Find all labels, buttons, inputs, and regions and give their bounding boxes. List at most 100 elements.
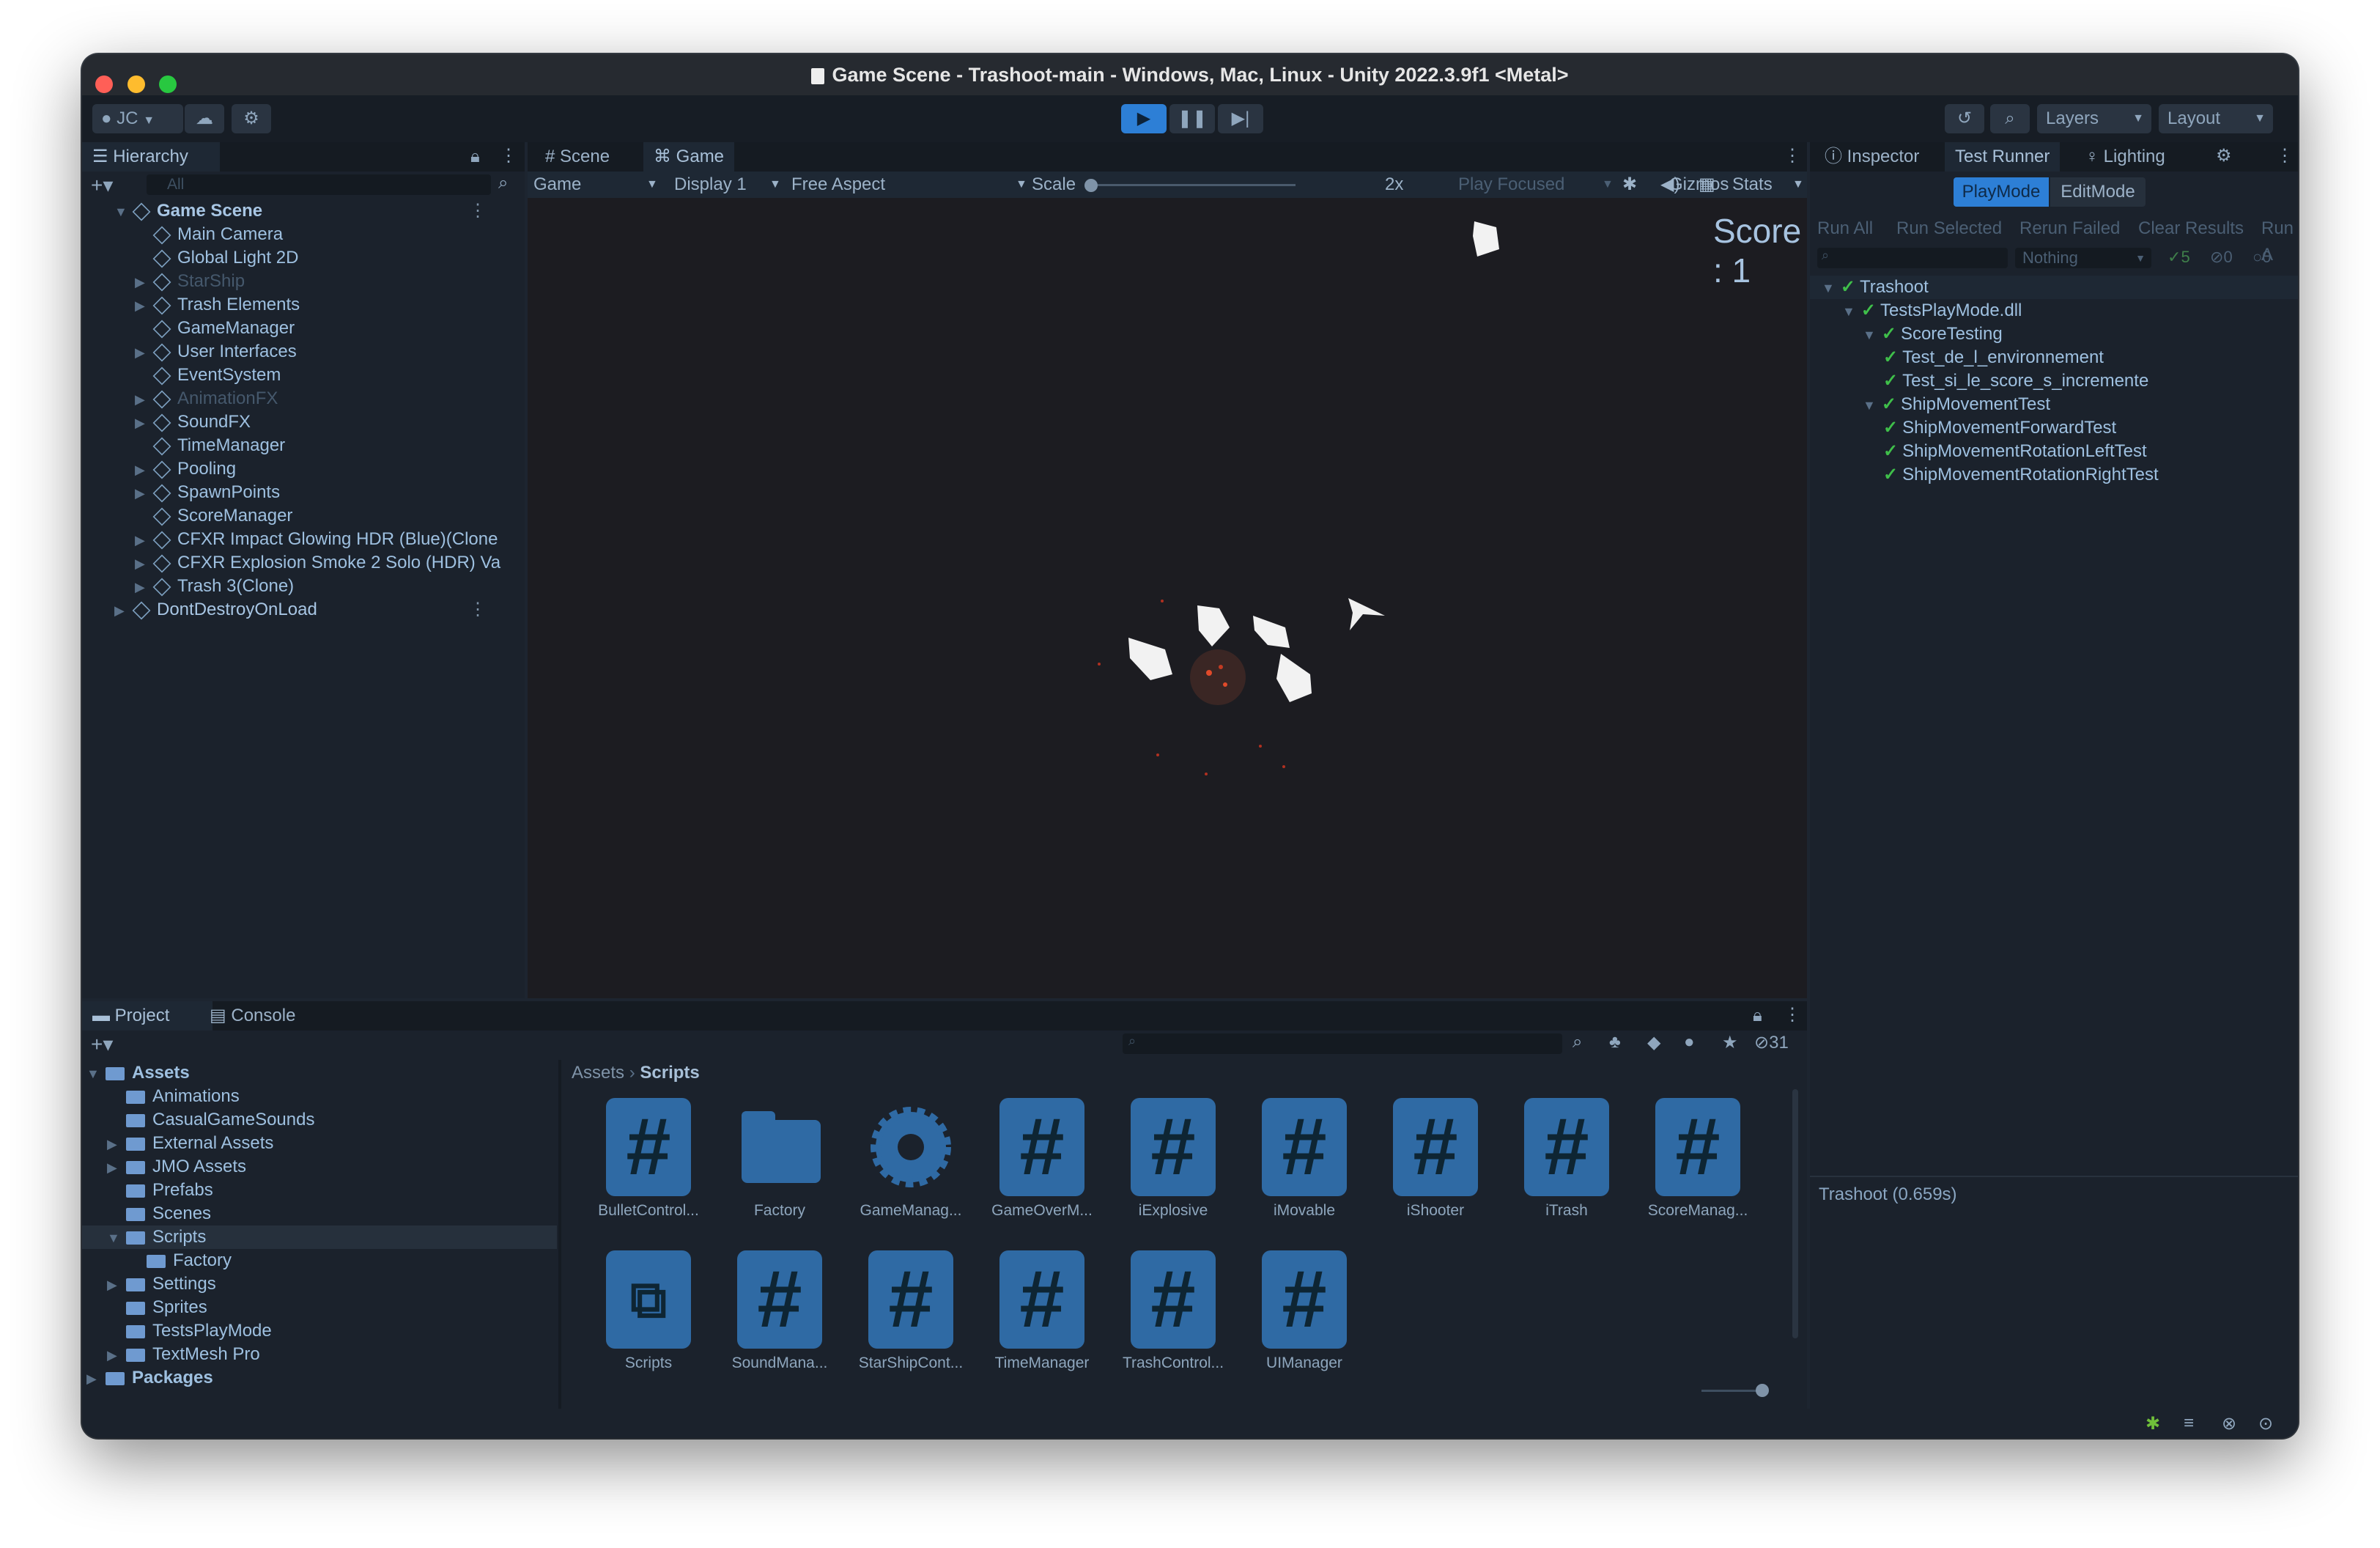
- hierarchy-item[interactable]: TimeManager: [135, 434, 285, 457]
- hierarchy-item[interactable]: ▶ StarShip: [135, 270, 245, 293]
- project-folder-item[interactable]: ▶ JMO Assets: [107, 1155, 246, 1179]
- more-icon[interactable]: ⋮: [2276, 145, 2294, 166]
- test-search-input[interactable]: ⌕: [1817, 248, 2008, 268]
- project-search-input[interactable]: ⌕: [1123, 1033, 1562, 1054]
- asset-item[interactable]: # iShooter: [1373, 1098, 1498, 1220]
- project-folder-item[interactable]: ▶ Settings: [107, 1272, 216, 1296]
- hierarchy-item[interactable]: GameManager: [135, 317, 295, 340]
- hierarchy-item[interactable]: ▶ SpawnPoints: [135, 481, 280, 504]
- pause-button[interactable]: ❚❚: [1169, 104, 1215, 133]
- label-icon[interactable]: ◆: [1647, 1032, 1660, 1053]
- game-view[interactable]: Score : 1: [528, 198, 1807, 998]
- settings-button[interactable]: ⚙: [232, 104, 271, 133]
- chevron-right-icon[interactable]: ▶: [135, 294, 148, 317]
- chevron-right-icon[interactable]: ▶: [135, 270, 148, 294]
- asset-item[interactable]: # TimeManager: [980, 1250, 1104, 1372]
- close-window-button[interactable]: [95, 75, 113, 93]
- zoom-window-button[interactable]: [159, 75, 177, 93]
- minimize-window-button[interactable]: [127, 75, 145, 93]
- play-focused-dropdown[interactable]: Play Focused ▼: [1458, 172, 1614, 198]
- warning-icon[interactable]: ●: [1684, 1032, 1695, 1053]
- project-folder-item[interactable]: ▶ External Assets: [107, 1132, 273, 1155]
- editmode-toggle[interactable]: EditMode: [2050, 177, 2146, 207]
- network-icon[interactable]: ⊗: [2222, 1413, 2236, 1434]
- asset-item[interactable]: # StarShipCont...: [849, 1250, 973, 1372]
- skipped-filter[interactable]: ○0: [2252, 248, 2272, 267]
- project-folder-item[interactable]: Factory: [128, 1249, 232, 1272]
- tab-inspector[interactable]: ⓘ Inspector: [1814, 142, 1929, 172]
- breadcrumb-scripts[interactable]: Scripts: [640, 1063, 699, 1083]
- hierarchy-item[interactable]: EventSystem: [135, 364, 281, 387]
- test-item[interactable]: ✓ Test_si_le_score_s_incremente: [1883, 369, 2148, 393]
- bug-icon[interactable]: ✱: [2146, 1413, 2160, 1434]
- hierarchy-item[interactable]: ▶ Trash Elements: [135, 293, 300, 317]
- tab-scene[interactable]: # Scene: [535, 142, 620, 172]
- undo-history-button[interactable]: ↺: [1945, 104, 1984, 133]
- cloud-button[interactable]: ☁: [185, 104, 224, 133]
- asset-item[interactable]: # iExplosive: [1111, 1098, 1235, 1220]
- breadcrumb-assets[interactable]: Assets: [572, 1063, 624, 1083]
- chevron-down-icon[interactable]: ▼: [1842, 304, 1855, 319]
- display-dropdown[interactable]: Display 1 ▼: [674, 172, 781, 198]
- chevron-right-icon[interactable]: ▶: [107, 1156, 120, 1179]
- scale-slider-thumb[interactable]: [1084, 179, 1098, 192]
- asset-item[interactable]: # iTrash: [1504, 1098, 1629, 1220]
- test-item[interactable]: ▼ ✓ ShipMovementTest: [1863, 393, 2050, 416]
- asset-item[interactable]: # UIManager: [1242, 1250, 1367, 1372]
- asset-item[interactable]: # BulletControl...: [586, 1098, 711, 1220]
- asset-item[interactable]: # ScoreManag...: [1636, 1098, 1760, 1220]
- test-item[interactable]: ✓ Test_de_l_environnement: [1883, 346, 2104, 369]
- search-filter-icon[interactable]: ⌕: [498, 173, 508, 194]
- project-folder-item[interactable]: Animations: [107, 1085, 240, 1108]
- tab-console[interactable]: ▤ Console: [199, 1001, 306, 1031]
- asset-item[interactable]: ⧉ Scripts: [586, 1250, 711, 1372]
- chevron-down-icon[interactable]: ▼: [1822, 281, 1835, 295]
- clear-results-button[interactable]: Clear Results: [2138, 215, 2244, 242]
- failed-filter[interactable]: ⊘0: [2210, 248, 2233, 267]
- passed-filter[interactable]: ✓5: [2168, 248, 2190, 267]
- test-item[interactable]: ▼ ✓ ScoreTesting: [1863, 322, 2003, 346]
- hierarchy-item[interactable]: ScoreManager: [135, 504, 292, 528]
- search-button[interactable]: ⌕: [1990, 104, 2030, 133]
- layout-dropdown[interactable]: Layout ▼: [2159, 104, 2273, 133]
- asset-item[interactable]: # TrashControl...: [1111, 1250, 1235, 1372]
- more-icon[interactable]: ⋮: [500, 145, 517, 166]
- more-icon[interactable]: ⋮: [469, 199, 487, 223]
- chevron-right-icon[interactable]: ▶: [135, 341, 148, 364]
- account-dropdown[interactable]: ● JC ▼: [92, 104, 183, 133]
- splitter[interactable]: [558, 1060, 561, 1426]
- test-item[interactable]: ▼ ✓ Trashoot: [1810, 276, 2298, 299]
- chevron-right-icon[interactable]: ▶: [114, 599, 128, 622]
- chevron-right-icon[interactable]: ▶: [135, 411, 148, 435]
- project-folder-item[interactable]: ▼ Scripts: [82, 1226, 557, 1249]
- tab-lighting[interactable]: ♀ Lighting: [2075, 142, 2176, 172]
- star-icon[interactable]: ★: [1722, 1032, 1738, 1053]
- lock-icon[interactable]: 🔒︎: [1753, 1006, 1762, 1026]
- add-icon[interactable]: +▾: [91, 1032, 113, 1056]
- project-folder-item[interactable]: Scenes: [107, 1202, 211, 1226]
- project-folder-item[interactable]: Sprites: [107, 1296, 207, 1319]
- search-by-type-icon[interactable]: ⌕: [1572, 1032, 1582, 1053]
- hierarchy-item[interactable]: ▼ Game Scene ⋮: [114, 199, 525, 223]
- project-folder-item[interactable]: ▼ Assets: [86, 1061, 190, 1085]
- tab-hierarchy[interactable]: ☰ Hierarchy: [82, 142, 220, 172]
- hierarchy-item[interactable]: ▶ User Interfaces: [135, 340, 297, 364]
- test-item[interactable]: ✓ ShipMovementForwardTest: [1883, 416, 2116, 440]
- asset-item[interactable]: # SoundMana...: [717, 1250, 842, 1372]
- gizmos-button[interactable]: Gizmos: [1669, 172, 1729, 198]
- test-item[interactable]: ✓ ShipMovementRotationLeftTest: [1883, 440, 2147, 463]
- scale-slider[interactable]: [1084, 179, 1296, 192]
- chevron-right-icon[interactable]: ▶: [135, 388, 148, 411]
- hierarchy-item[interactable]: Global Light 2D: [135, 246, 298, 270]
- test-item[interactable]: ✓ ShipMovementRotationRightTest: [1883, 463, 2159, 487]
- asset-item[interactable]: # iMovable: [1242, 1098, 1367, 1220]
- playmode-toggle[interactable]: PlayMode: [1954, 177, 2049, 207]
- hierarchy-item[interactable]: Main Camera: [135, 223, 283, 246]
- chevron-right-icon[interactable]: ▶: [135, 552, 148, 575]
- add-icon[interactable]: +▾: [91, 173, 113, 197]
- hierarchy-item[interactable]: ▶ AnimationFX: [135, 387, 278, 410]
- aspect-dropdown[interactable]: Free Aspect ▼: [791, 172, 1027, 198]
- chevron-down-icon[interactable]: ▼: [1863, 328, 1876, 342]
- chevron-down-icon[interactable]: ▼: [86, 1062, 100, 1086]
- more-icon[interactable]: ⋮: [469, 598, 487, 622]
